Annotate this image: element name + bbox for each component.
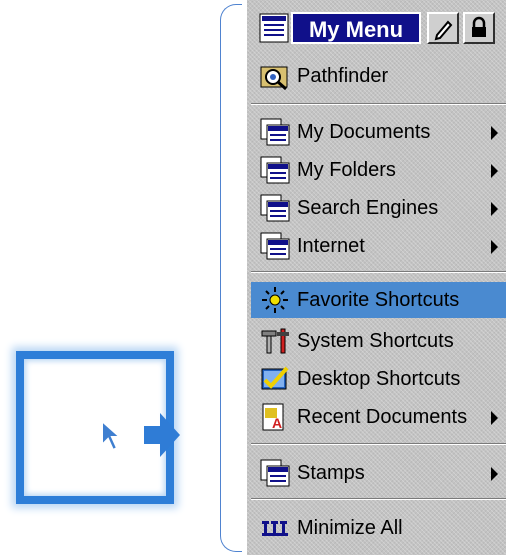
folder-window-icon — [260, 459, 290, 487]
sun-icon — [262, 287, 288, 313]
menu-item-my-folders[interactable]: My Folders — [251, 152, 506, 188]
menu-item-label: My Documents — [297, 120, 431, 143]
menu-item-minimize-all[interactable]: Minimize All — [251, 510, 506, 546]
submenu-arrow-icon — [491, 240, 498, 254]
menu-bracket-line — [220, 4, 242, 552]
menu-item-label: Search Engines — [297, 196, 439, 219]
pencil-icon — [434, 20, 453, 41]
menu-item-my-documents[interactable]: My Documents — [251, 114, 506, 150]
submenu-arrow-icon — [491, 467, 498, 481]
menu-item-label: System Shortcuts — [297, 329, 454, 352]
menu-separator — [251, 498, 506, 500]
menu-item-label: Internet — [297, 234, 365, 257]
svg-text:A: A — [272, 415, 282, 431]
menu-item-label: Desktop Shortcuts — [297, 367, 461, 390]
menu-item-stamps[interactable]: Stamps — [251, 455, 506, 491]
mouse-cursor-icon — [101, 419, 123, 452]
menu-item-label: Recent Documents — [297, 405, 468, 428]
my-menu-popup: My Menu Pathfinder My Documents My Folde… — [245, 0, 506, 555]
right-arrow-icon — [144, 413, 180, 457]
menu-item-label: Pathfinder — [297, 64, 389, 87]
recent-doc-icon: A — [262, 403, 284, 431]
minimize-all-icon — [262, 521, 288, 536]
preview-frame — [10, 345, 180, 510]
menu-separator — [251, 443, 506, 445]
menu-item-recent-documents[interactable]: A Recent Documents — [251, 399, 506, 435]
menu-title: My Menu — [291, 12, 421, 44]
folder-window-icon — [260, 194, 290, 222]
submenu-arrow-icon — [491, 164, 498, 178]
menu-item-favorite-shortcuts[interactable]: Favorite Shortcuts — [251, 282, 506, 318]
menu-separator — [251, 271, 506, 273]
folder-window-icon — [260, 156, 290, 184]
menu-window-icon — [259, 13, 289, 43]
menu-item-label: Favorite Shortcuts — [297, 288, 460, 311]
desktop-check-icon — [261, 366, 289, 390]
menu-item-desktop-shortcuts[interactable]: Desktop Shortcuts — [251, 361, 506, 397]
menu-item-label: Stamps — [297, 461, 365, 484]
submenu-arrow-icon — [491, 202, 498, 216]
preview-frame-box — [16, 351, 180, 504]
edit-menu-button[interactable] — [427, 12, 459, 44]
lock-menu-button[interactable] — [463, 12, 495, 44]
menu-item-label: Minimize All — [297, 516, 403, 539]
lock-icon — [472, 16, 486, 37]
menu-item-pathfinder[interactable]: Pathfinder — [251, 58, 506, 94]
menu-item-label: My Folders — [297, 158, 396, 181]
folder-window-icon — [260, 232, 290, 260]
menu-separator — [251, 103, 506, 105]
tools-icon — [261, 328, 289, 354]
folder-window-icon — [260, 118, 290, 146]
menu-item-system-shortcuts[interactable]: System Shortcuts — [251, 323, 506, 359]
menu-item-search-engines[interactable]: Search Engines — [251, 190, 506, 226]
submenu-arrow-icon — [491, 126, 498, 140]
submenu-arrow-icon — [491, 411, 498, 425]
menu-item-internet[interactable]: Internet — [251, 228, 506, 264]
pathfinder-icon — [260, 66, 288, 91]
menu-titlebar: My Menu — [251, 8, 506, 48]
